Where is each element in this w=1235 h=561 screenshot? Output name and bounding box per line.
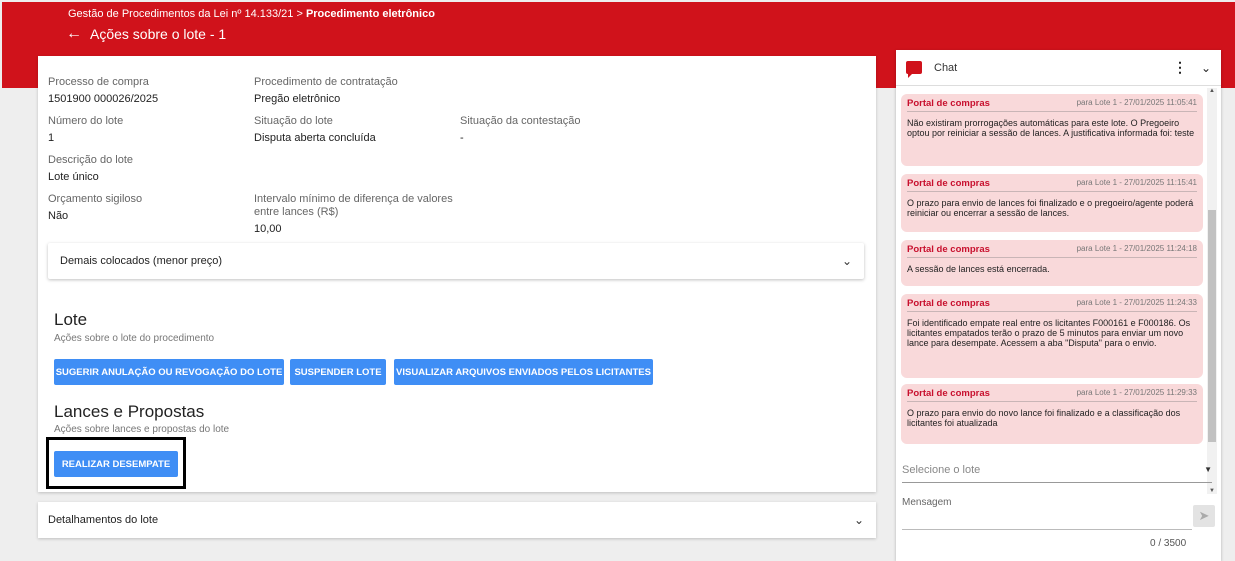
chat-message: Portal de compras para Lote 1 - 27/01/20… <box>901 294 1203 378</box>
message-sender: Portal de compras <box>907 244 990 255</box>
chat-panel: Chat ⋮ ⌄ Portal de compras para Lote 1 -… <box>896 50 1221 561</box>
dropdown-arrow-icon: ▼ <box>1204 465 1212 474</box>
field-situacao-lote: Situação do lote Disputa aberta concluíd… <box>254 115 376 144</box>
message-text: Não existiram prorrogações automáticas p… <box>907 118 1195 138</box>
breadcrumb-prefix[interactable]: Gestão de Procedimentos da Lei nº 14.133… <box>68 8 303 20</box>
message-label: Mensagem <box>902 497 952 508</box>
highlight-box <box>46 437 186 489</box>
descricao-label: Descrição do lote <box>48 154 133 166</box>
chat-header: Chat ⋮ ⌄ <box>896 50 1221 86</box>
scroll-up-icon[interactable]: ▲ <box>1209 88 1215 94</box>
intervalo-value: 10,00 <box>254 223 282 235</box>
lances-section-title: Lances e Propostas <box>54 402 205 421</box>
intervalo-label: Intervalo mínimo de diferença de valores… <box>254 193 453 218</box>
message-meta: para Lote 1 - 27/01/2025 11:05:41 <box>1076 98 1197 107</box>
message-sender: Portal de compras <box>907 388 990 399</box>
chat-messages[interactable]: Portal de compras para Lote 1 - 27/01/20… <box>896 88 1221 496</box>
numero-value: 1 <box>48 132 55 144</box>
procedimento-value: Pregão eletrônico <box>254 93 341 105</box>
lances-section-subtitle: Ações sobre lances e propostas do lote <box>54 424 230 435</box>
lote-section-title: Lote <box>54 310 88 329</box>
scroll-thumb[interactable] <box>1208 210 1216 442</box>
field-intervalo: Intervalo mínimo de diferença de valores… <box>254 193 454 235</box>
message-text: Foi identificado empate real entre os li… <box>907 318 1191 348</box>
message-input[interactable] <box>902 510 1192 530</box>
processo-value: 1501900 000026/2025 <box>48 93 159 105</box>
char-counter: 0 / 3500 <box>1150 538 1187 549</box>
situacao-lote-label: Situação do lote <box>254 115 333 127</box>
lote-section-subtitle: Ações sobre o lote do procedimento <box>54 333 215 344</box>
situacao-lote-value: Disputa aberta concluída <box>254 132 376 144</box>
chat-scrollbar[interactable]: ▲ ▼ <box>1207 88 1217 494</box>
message-sender: Portal de compras <box>907 178 990 189</box>
suspender-lote-button[interactable]: SUSPENDER LOTE <box>290 359 386 385</box>
field-descricao: Descrição do lote Lote único <box>48 154 133 183</box>
message-meta: para Lote 1 - 27/01/2025 11:15:41 <box>1076 178 1197 187</box>
send-icon: ➤ <box>1198 508 1210 523</box>
lot-select-placeholder: Selecione o lote <box>902 463 981 476</box>
descricao-value: Lote único <box>48 171 99 183</box>
more-vert-icon[interactable]: ⋮ <box>1173 59 1187 76</box>
scroll-down-icon[interactable]: ▼ <box>1209 488 1215 494</box>
breadcrumb-current: Procedimento eletrônico <box>305 8 435 20</box>
field-orcamento: Orçamento sigiloso Não <box>48 193 142 222</box>
chevron-down-icon[interactable]: ⌄ <box>1201 61 1211 75</box>
lot-info-card: Processo de compra 1501900 000026/2025 P… <box>38 56 876 492</box>
visualizar-arquivos-button[interactable]: VISUALIZAR ARQUIVOS ENVIADOS PELOS LICIT… <box>394 359 653 385</box>
orcamento-label: Orçamento sigiloso <box>48 193 143 205</box>
demais-colocados-accordion[interactable]: Demais colocados (menor preço) ⌄ <box>48 243 864 279</box>
message-meta: para Lote 1 - 27/01/2025 11:29:33 <box>1076 388 1197 397</box>
message-meta: para Lote 1 - 27/01/2025 11:24:33 <box>1076 298 1197 307</box>
chat-message: Portal de compras para Lote 1 - 27/01/20… <box>901 174 1203 232</box>
message-text: O prazo para envio de lances foi finaliz… <box>907 198 1194 218</box>
situacao-contestacao-label: Situação da contestação <box>460 115 581 127</box>
page-title: ← Ações sobre o lote - 1 <box>66 26 227 43</box>
page-title-text: Ações sobre o lote - 1 <box>90 26 227 42</box>
message-sender: Portal de compras <box>907 298 990 309</box>
detalhamentos-label: Detalhamentos do lote <box>48 514 159 526</box>
message-text: A sessão de lances está encerrada. <box>907 264 1050 274</box>
breadcrumb: Gestão de Procedimentos da Lei nº 14.133… <box>68 8 435 20</box>
send-button[interactable]: ➤ <box>1193 505 1215 527</box>
detalhamentos-accordion[interactable]: Detalhamentos do lote ⌄ <box>38 502 876 538</box>
back-arrow-icon[interactable]: ← <box>66 26 82 42</box>
chat-bubble-icon <box>906 61 922 78</box>
message-meta: para Lote 1 - 27/01/2025 11:24:18 <box>1076 244 1197 253</box>
field-processo: Processo de compra 1501900 000026/2025 <box>48 76 158 105</box>
orcamento-value: Não <box>48 210 69 222</box>
chevron-down-icon: ⌄ <box>853 513 864 527</box>
message-text: O prazo para envio do novo lance foi fin… <box>907 408 1181 428</box>
sugerir-anulacao-button[interactable]: SUGERIR ANULAÇÃO OU REVOGAÇÃO DO LOTE <box>54 359 284 385</box>
numero-label: Número do lote <box>48 115 124 127</box>
chat-message: Portal de compras para Lote 1 - 27/01/20… <box>901 240 1203 286</box>
chat-title: Chat <box>934 61 958 74</box>
field-situacao-contestacao: Situação da contestação - <box>460 115 580 144</box>
procedimento-label: Procedimento de contratação <box>254 76 398 88</box>
chat-message: Portal de compras para Lote 1 - 27/01/20… <box>901 384 1203 444</box>
chevron-down-icon: ⌄ <box>841 254 852 268</box>
situacao-contestacao-value: - <box>460 132 464 144</box>
chat-message: Portal de compras para Lote 1 - 27/01/20… <box>901 94 1203 166</box>
message-sender: Portal de compras <box>907 98 990 109</box>
field-procedimento: Procedimento de contratação Pregão eletr… <box>254 76 398 105</box>
lot-select[interactable]: Selecione o lote ▼ <box>902 457 1212 483</box>
demais-colocados-label: Demais colocados (menor preço) <box>60 255 223 267</box>
field-numero-lote: Número do lote 1 <box>48 115 123 144</box>
processo-label: Processo de compra <box>48 76 149 88</box>
